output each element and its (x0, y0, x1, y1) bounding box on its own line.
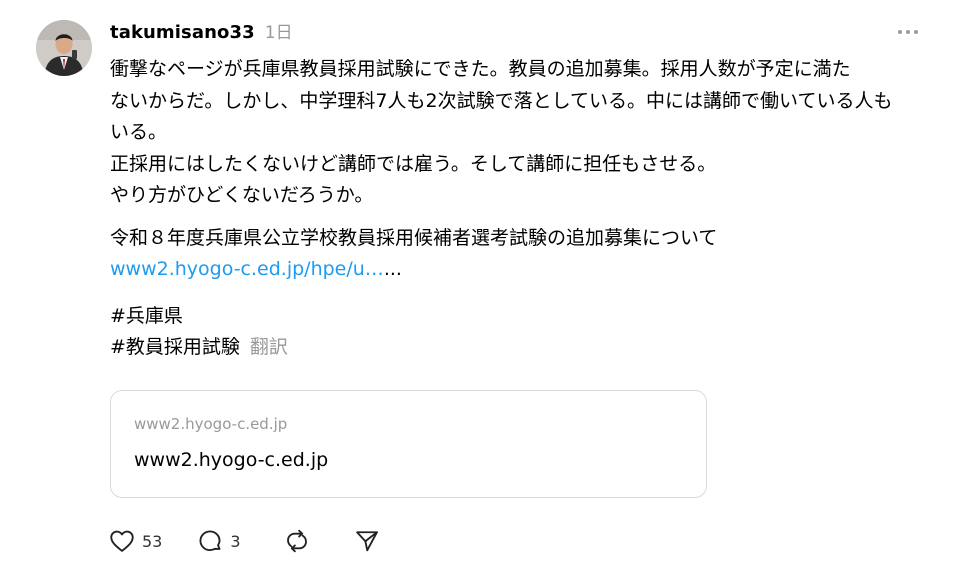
link-card-domain: www2.hyogo-c.ed.jp (134, 415, 288, 433)
link-preview-card[interactable]: www2.hyogo-c.ed.jp www2.hyogo-c.ed.jp (110, 390, 707, 498)
repost-icon (286, 529, 307, 553)
announcement-text: 令和８年度兵庫県公立学校教員採用候補者選考試験の追加募集について (110, 226, 718, 249)
post-link[interactable]: www2.hyogo-c.ed.jp/hpe/u… (110, 258, 384, 280)
more-options-button[interactable] (893, 22, 923, 42)
username[interactable]: takumisano33 (110, 22, 255, 43)
send-icon (355, 531, 378, 552)
repost-button[interactable] (283, 526, 311, 556)
body-line: いる。 (110, 121, 168, 143)
reply-count: 3 (230, 531, 241, 551)
thread-post: takumisano33 1日 衝撃なページが兵庫県教員採用試験にできた。教員の… (0, 0, 957, 576)
post-header: takumisano33 1日 (110, 18, 293, 46)
body-line: 正採用にはしたくないけど講師では雇う。そして講師に担任もさせる。 (110, 152, 717, 175)
hashtag-hyogo[interactable]: #兵庫県 (110, 305, 183, 327)
action-bar: 53 3 (108, 526, 381, 556)
hashtag-teacher-exam[interactable]: #教員採用試験 (110, 336, 240, 358)
link-line: www2.hyogo-c.ed.jp/hpe/u…... (110, 254, 925, 286)
heart-icon (110, 530, 134, 552)
avatar[interactable] (36, 20, 92, 76)
body-line: ないからだ。しかし、中学理科7人も2次試験で落としている。中には講師で働いている… (110, 89, 893, 112)
link-card-title: www2.hyogo-c.ed.jp (134, 449, 329, 471)
more-horizontal-icon (898, 30, 918, 34)
reply-button[interactable]: 3 (196, 526, 241, 556)
like-count: 53 (142, 531, 163, 551)
share-button[interactable] (353, 526, 381, 556)
link-suffix: ... (383, 258, 402, 280)
timestamp[interactable]: 1日 (265, 18, 293, 43)
body-line: 衝撃なページが兵庫県教員採用試験にできた。教員の追加募集。採用人数が予定に満た (110, 58, 851, 80)
post-content: 衝撃なページが兵庫県教員採用試験にできた。教員の追加募集。採用人数が予定に満た … (110, 54, 925, 364)
comment-icon (199, 530, 221, 552)
translate-button[interactable]: 翻訳 (250, 336, 288, 358)
avatar-photo (36, 20, 92, 76)
body-line: やり方がひどくないだろうか。 (110, 184, 374, 206)
like-button[interactable]: 53 (108, 526, 162, 556)
